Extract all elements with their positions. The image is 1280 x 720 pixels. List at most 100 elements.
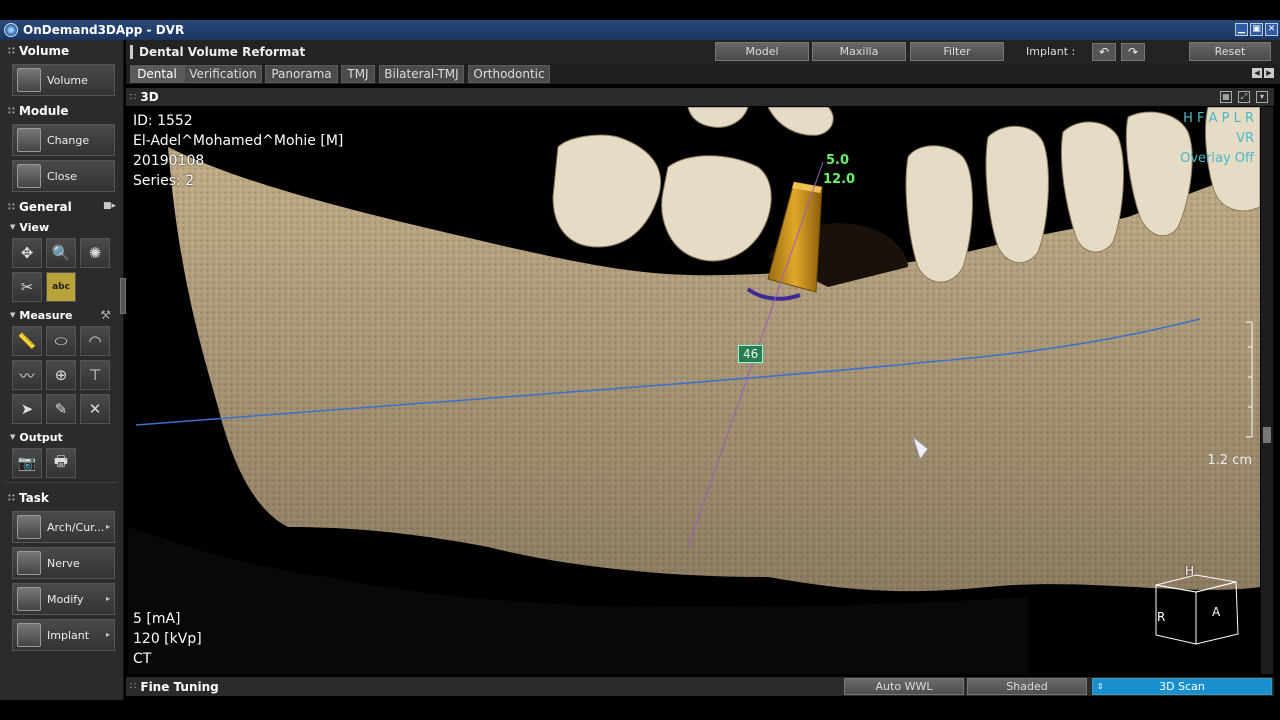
menu-arrow-icon[interactable]: ■▸ <box>103 201 116 211</box>
tube-current: 5 [mA] <box>133 611 181 627</box>
panel-collapse-handle[interactable] <box>120 278 126 314</box>
zoom-icon[interactable]: 🔍 <box>46 238 76 268</box>
shaded-button[interactable]: Shaded <box>967 678 1087 695</box>
undo-icon[interactable]: ↶ <box>1092 43 1116 61</box>
ruler-icon[interactable]: 📏 <box>12 326 42 356</box>
reset-button[interactable]: Reset <box>1189 42 1271 61</box>
arch-curve-button[interactable]: Arch/Cur... ▸ <box>12 511 115 543</box>
change-label: Change <box>47 133 90 147</box>
tab-dental[interactable]: Dental <box>130 65 184 83</box>
implant-length: 12.0 <box>823 172 856 187</box>
modify-button[interactable]: Modify ▸ <box>12 583 115 615</box>
cube-label-a: A <box>1212 605 1221 619</box>
tab-tmj[interactable]: TMJ <box>341 65 375 83</box>
view-menu-icon[interactable]: ▾ <box>1256 91 1268 103</box>
close-module-icon <box>17 164 41 188</box>
tab-verification[interactable]: Verification <box>184 65 262 83</box>
pencil-icon[interactable]: ✎ <box>46 394 76 424</box>
profile-icon[interactable]: 〰 <box>12 360 42 390</box>
close-label: Close <box>47 169 77 183</box>
measure-heading: Measure <box>19 308 73 322</box>
implant-diameter: 5.0 <box>826 153 850 168</box>
redo-icon[interactable]: ↷ <box>1121 43 1145 61</box>
camera-icon[interactable]: 📷 <box>12 448 42 478</box>
tab-orthodontic[interactable]: Orthodontic <box>468 65 550 83</box>
output-subheader[interactable]: ▼ Output <box>0 428 123 446</box>
tube-voltage: 120 [kVp] <box>133 631 202 647</box>
angle-icon[interactable]: ◠ <box>80 326 110 356</box>
pointer-icon[interactable]: ➤ <box>12 394 42 424</box>
series-number: Series: 2 <box>133 173 195 189</box>
modality: CT <box>133 651 152 667</box>
render-mode[interactable]: VR <box>1236 129 1254 149</box>
annotation-text-icon[interactable]: abc <box>46 272 76 302</box>
volume-button-label: Volume <box>47 73 88 87</box>
view-scrollbar[interactable] <box>1261 107 1273 674</box>
volume-button[interactable]: Volume <box>12 64 115 96</box>
volume-measure-icon[interactable]: ⊕ <box>46 360 76 390</box>
volume-section-header[interactable]: ∷ Volume <box>0 40 123 62</box>
scale-label: 1.2 cm <box>1207 453 1252 468</box>
scissors-icon[interactable]: ✂ <box>12 272 42 302</box>
delete-icon[interactable]: ✕ <box>80 394 110 424</box>
change-button[interactable]: Change <box>12 124 115 156</box>
fine-tuning-title: Fine Tuning <box>140 679 219 694</box>
module-title: Dental Volume Reformat <box>139 45 306 59</box>
maximize-view-icon[interactable]: ⤢ <box>1238 91 1250 103</box>
tab-scroll-right-icon[interactable]: ▶ <box>1264 68 1274 78</box>
maxilla-button[interactable]: Maxilla <box>812 42 906 61</box>
close-button[interactable]: Close <box>12 160 115 192</box>
pan-icon[interactable]: ✥ <box>12 238 42 268</box>
implant-icon <box>17 623 41 647</box>
tab-scroll-left-icon[interactable]: ◀ <box>1252 68 1262 78</box>
overlay-toggle[interactable]: Overlay Off <box>1180 149 1254 169</box>
auto-wwl-button[interactable]: Auto WWL <box>844 678 964 695</box>
view-subheader[interactable]: ▼ View <box>0 218 123 236</box>
volume-heading: Volume <box>18 44 70 58</box>
3d-scan-button[interactable]: ⇕ 3D Scan <box>1092 678 1272 695</box>
fine-tuning-bar: ∷ Fine Tuning Auto WWL Shaded ⇕ 3D Scan <box>126 677 1274 696</box>
filter-button[interactable]: Filter <box>910 42 1004 61</box>
density-icon[interactable]: ⬭ <box>46 326 76 356</box>
model-button[interactable]: Model <box>715 42 809 61</box>
patient-info: ID: 1552 El-Adel^Mohamed^Mohie [M] 20190… <box>133 111 343 191</box>
print-icon[interactable]: 🖶 <box>46 448 76 478</box>
3d-viewport[interactable]: ID: 1552 El-Adel^Mohamed^Mohie [M] 20190… <box>128 107 1260 674</box>
scrollbar-thumb[interactable] <box>1263 427 1271 443</box>
dropdown-icon: ⇕ <box>1097 682 1104 691</box>
volume-icon <box>17 68 41 92</box>
tooth-number-badge[interactable]: 46 <box>738 345 764 363</box>
modify-label: Modify <box>47 592 84 606</box>
general-section-header[interactable]: ∷ General ■▸ <box>0 196 123 218</box>
change-icon <box>17 128 41 152</box>
task-section-header[interactable]: ∷ Task <box>0 487 123 509</box>
view-heading: View <box>19 220 50 234</box>
app-icon <box>4 23 18 37</box>
close-window-button[interactable]: ✕ <box>1265 23 1278 36</box>
view-header: ∷ 3D ▦ ⤢ ▾ <box>126 88 1274 106</box>
nerve-button[interactable]: Nerve <box>12 547 115 579</box>
patient-name: El-Adel^Mohamed^Mohie [M] <box>133 133 344 149</box>
marker-icon[interactable]: ⊤ <box>80 360 110 390</box>
window-level-icon[interactable]: ✺ <box>80 238 110 268</box>
module-header: Dental Volume Reformat Model Maxilla Fil… <box>126 40 1280 64</box>
volume-render <box>128 107 1260 674</box>
measure-subheader[interactable]: ▼ Measure ⚒ <box>0 306 123 324</box>
view-title: 3D <box>140 90 159 104</box>
implant-label: Implant <box>47 628 90 642</box>
restore-button[interactable]: ▣ <box>1250 23 1263 36</box>
orientation-labels[interactable]: H F A P L R <box>1183 109 1254 129</box>
arch-icon <box>17 515 41 539</box>
module-section-header[interactable]: ∷ Module <box>0 100 123 122</box>
task-heading: Task <box>18 491 49 505</box>
tab-panorama[interactable]: Panorama <box>265 65 338 83</box>
layout-grid-icon[interactable]: ▦ <box>1220 91 1232 103</box>
implant-button[interactable]: Implant ▸ <box>12 619 115 651</box>
minimize-button[interactable]: ▁ <box>1235 23 1248 36</box>
3d-scan-label: 3D Scan <box>1159 680 1205 693</box>
arch-label: Arch/Cur... <box>47 520 105 534</box>
tab-bilateral-tmj[interactable]: Bilateral-TMJ <box>379 65 464 83</box>
left-panel: ∷ Volume Volume ∷ Module Change Close ∷ Gen… <box>0 40 124 700</box>
nerve-label: Nerve <box>47 556 80 570</box>
wrench-icon[interactable]: ⚒ <box>100 308 111 322</box>
